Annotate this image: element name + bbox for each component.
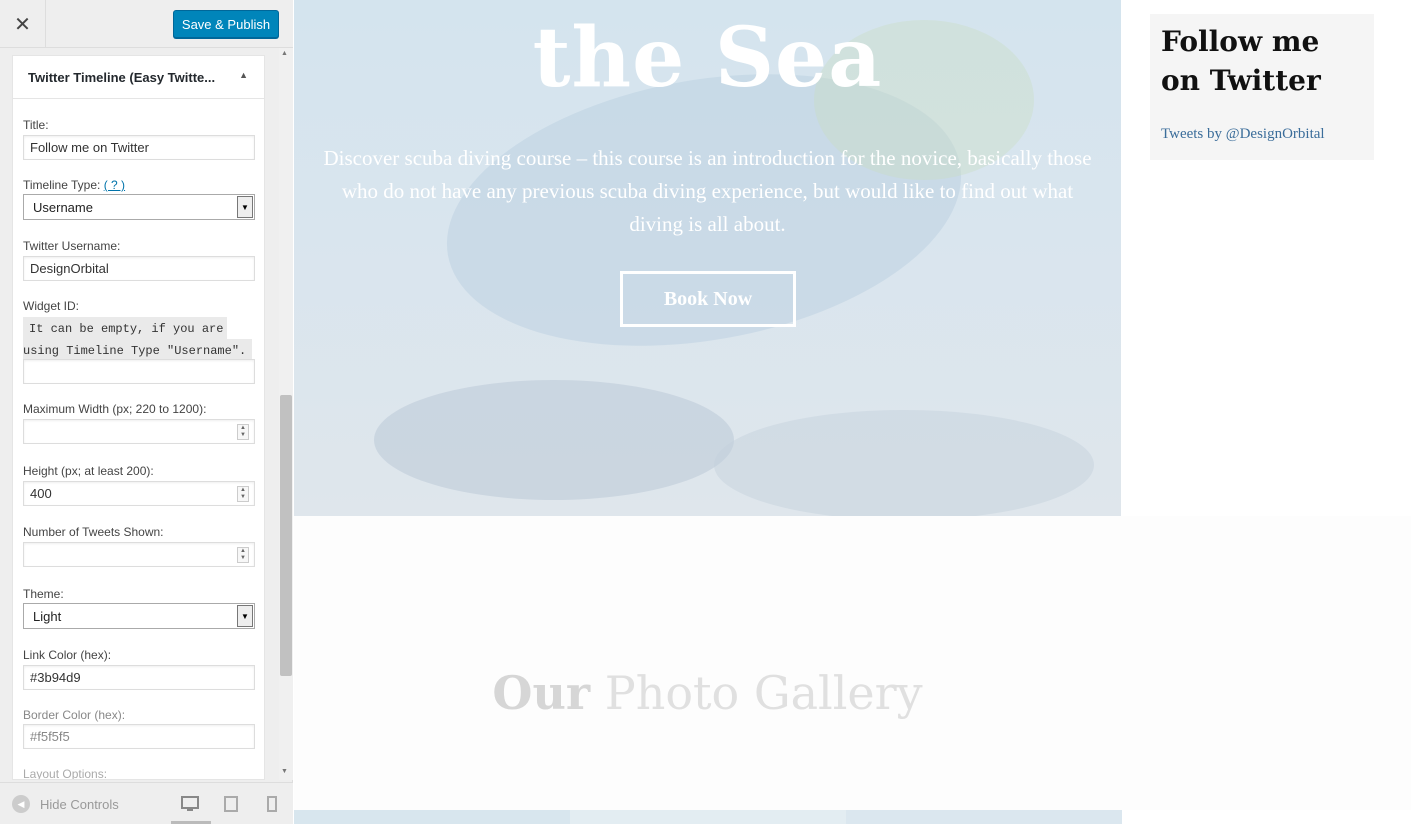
border-color-field[interactable]: #f5f5f5 bbox=[23, 724, 255, 749]
widget-title: Follow me on Twitter bbox=[1161, 25, 1321, 97]
mobile-icon[interactable] bbox=[263, 795, 281, 813]
username-label: Twitter Username: bbox=[23, 239, 121, 253]
panel-header[interactable]: Twitter Timeline (Easy Twitte... ▲ bbox=[13, 56, 264, 99]
height-field[interactable]: 400 ▲ ▼ bbox=[23, 481, 255, 506]
hero-photo-shape bbox=[374, 380, 734, 500]
link-color-field[interactable]: #3b94d9 bbox=[23, 665, 255, 690]
scroll-down-icon[interactable]: ▼ bbox=[281, 768, 288, 775]
customizer-header: ✕ Save & Publish bbox=[0, 0, 293, 48]
chevron-up-icon[interactable]: ▲ bbox=[239, 70, 248, 80]
number-spinner-icon[interactable]: ▲ ▼ bbox=[237, 424, 249, 440]
max-width-field[interactable]: ▲ ▼ bbox=[23, 419, 255, 444]
widget-id-field[interactable] bbox=[23, 359, 255, 384]
scroll-up-icon[interactable]: ▲ bbox=[281, 50, 288, 57]
timeline-type-label-text: Timeline Type: bbox=[23, 178, 101, 192]
tablet-icon[interactable] bbox=[222, 795, 240, 813]
hide-controls-button[interactable]: ◀ Hide Controls bbox=[12, 795, 119, 813]
close-icon[interactable]: ✕ bbox=[0, 0, 46, 48]
twitter-widget: Follow me on Twitter Tweets by @DesignOr… bbox=[1150, 14, 1374, 160]
panel-title: Twitter Timeline (Easy Twitte... bbox=[28, 69, 216, 85]
gallery-thumbnail[interactable] bbox=[846, 810, 1122, 824]
gallery-thumbnail[interactable] bbox=[294, 810, 570, 824]
theme-select[interactable]: Light ▼ bbox=[23, 603, 255, 629]
username-field[interactable]: DesignOrbital bbox=[23, 256, 255, 281]
scrollbar-thumb[interactable] bbox=[280, 395, 292, 676]
gallery-title-rest: Photo Gallery bbox=[590, 666, 923, 720]
tweets-link[interactable]: Tweets by @DesignOrbital bbox=[1161, 126, 1363, 143]
tweets-label: Number of Tweets Shown: bbox=[23, 525, 164, 539]
timeline-type-help-link[interactable]: ( ? ) bbox=[104, 178, 125, 192]
gallery-section: Our Photo Gallery bbox=[294, 516, 1411, 810]
gallery-title: Our Photo Gallery bbox=[294, 666, 1121, 720]
hide-controls-label: Hide Controls bbox=[40, 796, 119, 812]
site-preview: the Sea Discover scuba diving course – t… bbox=[294, 0, 1411, 824]
dropdown-arrow-icon[interactable]: ▼ bbox=[237, 605, 253, 627]
dropdown-arrow-icon[interactable]: ▼ bbox=[237, 196, 253, 218]
timeline-type-label: Timeline Type: ( ? ) bbox=[23, 178, 125, 192]
customizer-footer: ◀ Hide Controls bbox=[0, 782, 293, 824]
save-publish-button[interactable]: Save & Publish bbox=[173, 10, 279, 38]
gallery-title-bold: Our bbox=[492, 666, 591, 720]
max-width-label: Maximum Width (px; 220 to 1200): bbox=[23, 402, 207, 416]
widget-id-label: Widget ID: bbox=[23, 299, 80, 313]
layout-options-label: Layout Options: bbox=[23, 767, 108, 780]
gallery-thumbnail[interactable] bbox=[570, 810, 846, 824]
book-now-button[interactable]: Book Now bbox=[620, 271, 796, 327]
number-spinner-icon[interactable]: ▲ ▼ bbox=[237, 547, 249, 563]
customizer-sidebar: ✕ Save & Publish Twitter Timeline (Easy … bbox=[0, 0, 293, 824]
collapse-icon: ◀ bbox=[12, 795, 30, 813]
theme-value: Light bbox=[33, 608, 62, 624]
gallery-thumbnails bbox=[294, 810, 1122, 824]
tweets-field[interactable]: ▲ ▼ bbox=[23, 542, 255, 567]
title-field[interactable]: Follow me on Twitter bbox=[23, 135, 255, 160]
hero-description: Discover scuba diving course – this cour… bbox=[323, 146, 1092, 236]
theme-label: Theme: bbox=[23, 587, 64, 601]
widget-panel: Twitter Timeline (Easy Twitte... ▲ Title… bbox=[12, 55, 265, 780]
hero-banner: the Sea Discover scuba diving course – t… bbox=[294, 0, 1121, 516]
title-label: Title: bbox=[23, 118, 49, 132]
timeline-type-value: Username bbox=[33, 199, 93, 215]
hero-title: the Sea bbox=[532, 10, 883, 106]
height-value: 400 bbox=[30, 486, 52, 501]
sidebar-scrollbar[interactable]: ▲ ▼ bbox=[279, 48, 293, 780]
timeline-type-select[interactable]: Username ▼ bbox=[23, 194, 255, 220]
widget-id-note-line1: It can be empty, if you are bbox=[23, 317, 228, 341]
link-color-label: Link Color (hex): bbox=[23, 648, 112, 662]
desktop-icon[interactable] bbox=[181, 795, 199, 813]
height-label: Height (px; at least 200): bbox=[23, 464, 154, 478]
hero-photo-shape bbox=[714, 410, 1094, 516]
number-spinner-icon[interactable]: ▲ ▼ bbox=[237, 486, 249, 502]
border-color-label: Border Color (hex): bbox=[23, 708, 126, 722]
